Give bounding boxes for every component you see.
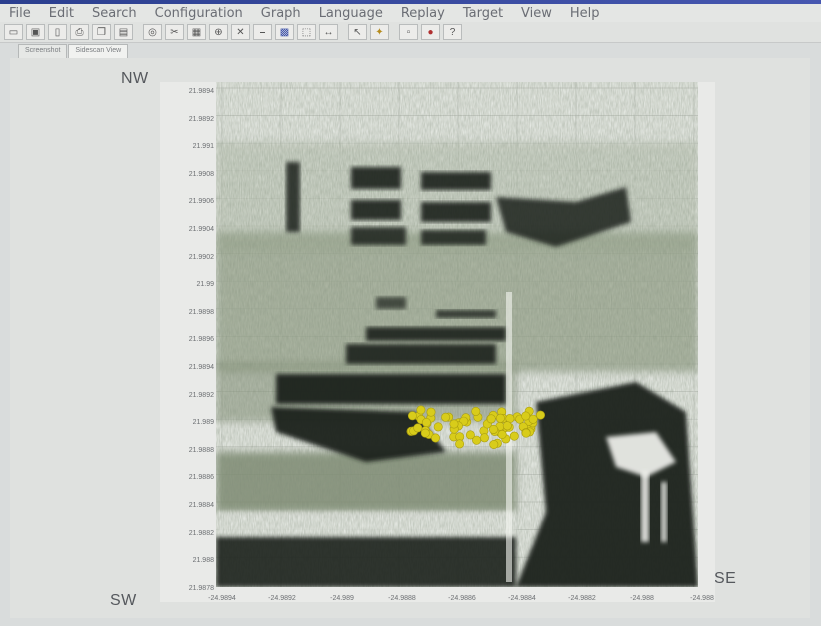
menu-configuration[interactable]: Configuration	[146, 6, 252, 21]
x-tick-label: -24.9888	[388, 595, 416, 602]
menu-file[interactable]: File	[0, 6, 40, 21]
x-tick-label: -24.9884	[508, 595, 536, 602]
view-tabs: Screenshot Sidescan View	[18, 44, 129, 58]
x-tick-label: -24.989	[330, 595, 354, 602]
target-marker-dot	[471, 406, 481, 416]
sonar-canvas	[216, 82, 698, 587]
y-tick-label: 21.9902	[188, 253, 214, 261]
record-icon[interactable]: ●	[421, 24, 440, 40]
x-tick-label: -24.9882	[568, 595, 596, 602]
target-marker-dot	[431, 433, 441, 443]
target-marker-dot	[433, 422, 443, 432]
y-tick-label: 21.99	[196, 281, 214, 289]
menu-view[interactable]: View	[512, 6, 561, 21]
y-tick-label: 21.9904	[188, 226, 214, 233]
menu-help[interactable]: Help	[561, 6, 609, 21]
menu-search[interactable]: Search	[83, 6, 146, 21]
target-marker-dot	[407, 411, 417, 421]
target-marker-dot	[479, 433, 489, 443]
x-tick-label: -24.9892	[268, 595, 296, 602]
target-marker-dot	[413, 423, 423, 433]
cut-icon[interactable]: ✂	[165, 24, 184, 40]
menu-edit[interactable]: Edit	[40, 6, 83, 21]
delete-icon[interactable]: ▦	[187, 24, 206, 40]
print-icon[interactable]: ⎙	[70, 24, 89, 40]
target-marker-dot	[455, 439, 465, 449]
open-icon[interactable]: ▭	[4, 24, 23, 40]
x-tick-label: -24.988	[690, 595, 714, 602]
menu-replay[interactable]: Replay	[392, 6, 454, 21]
y-tick-label: 21.9908	[188, 170, 214, 178]
target-marker-dot	[449, 419, 459, 429]
target-marker-dot	[441, 412, 451, 422]
x-tick-label: -24.9886	[448, 595, 476, 602]
target-marker-dot	[426, 407, 436, 417]
cursor-icon[interactable]: ↖	[348, 24, 367, 40]
target-marker-dot	[509, 431, 519, 441]
y-tick-label: 21.991	[192, 143, 214, 151]
target-marker-dot	[502, 421, 512, 431]
y-tick-label: 21.9882	[188, 529, 214, 537]
zoom-icon[interactable]: ⊕	[209, 24, 228, 40]
y-tick-label: 21.9906	[188, 198, 214, 206]
measure-icon[interactable]: ↔	[319, 24, 338, 40]
y-tick-label: 21.9884	[188, 502, 214, 509]
y-tick-label: 21.9894	[188, 364, 214, 371]
y-tick-label: 21.9892	[188, 115, 214, 123]
compass-nw: NW	[121, 70, 149, 87]
y-tick-label: 21.9896	[188, 336, 214, 344]
menu-bar: File Edit Search Configuration Graph Lan…	[0, 4, 821, 22]
line-icon[interactable]: ⎯	[253, 24, 272, 40]
x-tick-label: -24.988	[630, 595, 654, 602]
target-marker-dot	[489, 439, 499, 449]
target-marker-dot	[421, 417, 431, 427]
y-tick-label: 21.9898	[188, 308, 214, 316]
sidescan-sonar-image[interactable]	[216, 82, 698, 587]
y-tick-label: 21.9892	[188, 391, 214, 399]
select-icon[interactable]: ⬚	[297, 24, 316, 40]
menu-target[interactable]: Target	[454, 6, 512, 21]
binoculars-icon[interactable]: ◎	[143, 24, 162, 40]
target-marker-dot	[495, 413, 505, 423]
y-tick-label: 21.9894	[188, 88, 214, 95]
target-marker-dot	[416, 405, 426, 415]
menu-language[interactable]: Language	[310, 6, 392, 21]
tab-screenshot[interactable]: Screenshot	[18, 44, 68, 58]
target-marker-dot	[465, 430, 475, 440]
save-icon[interactable]: ▣	[26, 24, 45, 40]
y-tick-label: 21.9886	[188, 474, 214, 482]
x-tick-label: -24.9894	[208, 595, 236, 602]
paste-icon[interactable]: ▤	[114, 24, 133, 40]
target-marker-dot	[420, 428, 430, 438]
toolbar: ▭ ▣ ▯ ⎙ ❐ ▤ ◎ ✂ ▦ ⊕ ✕ ⎯ ▩ ⬚ ↔ ↖ ✦ ▫ ● ?	[0, 22, 821, 43]
compass-se: SE	[714, 570, 737, 587]
y-tick-label: 21.989	[192, 419, 214, 427]
marker-icon[interactable]: ✦	[370, 24, 389, 40]
close-icon[interactable]: ✕	[231, 24, 250, 40]
target-marker-dot	[486, 414, 496, 424]
tab-sidescan-view[interactable]: Sidescan View	[68, 44, 129, 58]
target-marker-dot	[521, 428, 531, 438]
compass-sw: SW	[110, 592, 137, 609]
menu-graph[interactable]: Graph	[252, 6, 310, 21]
help-icon[interactable]: ?	[443, 24, 462, 40]
blank-icon[interactable]: ▫	[399, 24, 418, 40]
target-marker-dot	[521, 411, 531, 421]
target-marker-dot	[497, 429, 507, 439]
new-icon[interactable]: ▯	[48, 24, 67, 40]
y-tick-label: 21.9888	[188, 446, 214, 454]
y-tick-label: 21.9878	[188, 584, 214, 592]
graph-icon[interactable]: ▩	[275, 24, 294, 40]
target-marker-dot	[535, 410, 545, 420]
y-tick-label: 21.988	[192, 557, 214, 565]
copy-icon[interactable]: ❐	[92, 24, 111, 40]
